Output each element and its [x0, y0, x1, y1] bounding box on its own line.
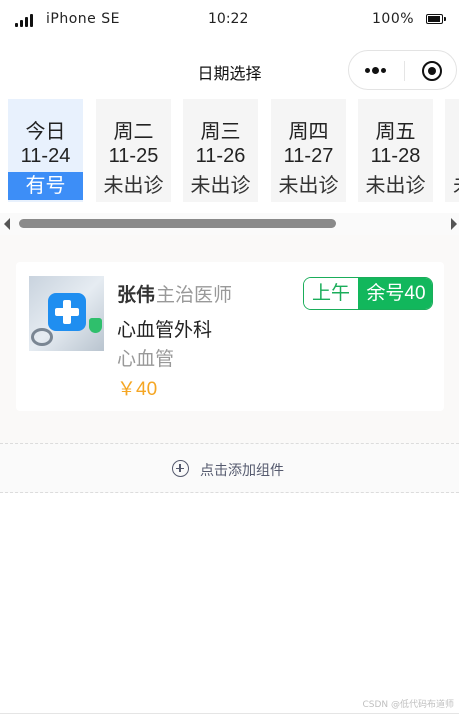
doctor-price: ￥40	[117, 379, 158, 400]
doctor-card[interactable]: 张伟 主治医师 心血管外科 心血管 ￥40 上午 余号40	[16, 262, 444, 411]
status-time: 10:22	[208, 11, 249, 27]
date-status: 未	[445, 172, 459, 200]
date-scrollbar[interactable]	[0, 213, 459, 235]
more-options-icon[interactable]	[365, 64, 387, 76]
date-status: 有号	[8, 172, 83, 200]
close-program-icon[interactable]	[422, 61, 442, 81]
date-day: 11-26	[195, 145, 246, 167]
date-item-today[interactable]: 今日 11-24 有号	[8, 99, 83, 202]
doctor-avatar	[29, 276, 104, 351]
date-day: 11-24	[20, 145, 71, 167]
battery-percent: 100%	[372, 11, 415, 27]
add-component-label: 点击添加组件	[200, 463, 284, 479]
shield-icon	[89, 318, 102, 333]
doctor-specialty: 心血管	[117, 349, 175, 370]
date-weekday: 周四	[288, 121, 329, 143]
date-day: 11-25	[108, 145, 159, 167]
doctor-department: 心血管外科	[117, 320, 213, 341]
slot-period: 上午	[304, 278, 358, 309]
carrier-label: iPhone SE	[46, 11, 120, 27]
date-status: 未出诊	[278, 175, 339, 197]
appointment-slot-button[interactable]: 上午 余号40	[303, 277, 433, 310]
battery-icon	[426, 14, 446, 24]
capsule-divider	[404, 61, 405, 81]
date-selector: 今日 11-24 有号 周二 11-25 未出诊 周三 11-26 未出诊 周四…	[0, 99, 459, 202]
date-item-tue[interactable]: 周二 11-25 未出诊	[96, 99, 171, 202]
medical-cross-icon	[48, 293, 86, 331]
add-component-button[interactable]: 点击添加组件	[0, 443, 459, 493]
date-status: 未出诊	[190, 175, 251, 197]
mini-program-capsule	[348, 50, 457, 90]
date-item-partial[interactable]: 未	[445, 99, 459, 202]
date-day: 11-28	[370, 145, 421, 167]
date-weekday: 周三	[200, 121, 241, 143]
date-status: 未出诊	[365, 175, 426, 197]
scroll-thumb[interactable]	[19, 219, 336, 228]
date-weekday: 周二	[113, 121, 154, 143]
bottom-divider	[0, 713, 459, 714]
date-weekday: 周五	[375, 121, 416, 143]
slot-remaining: 余号40	[358, 278, 432, 309]
date-item-fri[interactable]: 周五 11-28 未出诊	[358, 99, 433, 202]
status-bar: iPhone SE 10:22 100%	[0, 0, 459, 40]
date-status: 未出诊	[103, 175, 164, 197]
watermark: CSDN @低代码布道师	[362, 700, 454, 710]
date-item-thu[interactable]: 周四 11-27 未出诊	[271, 99, 346, 202]
signal-icon	[15, 13, 35, 27]
add-circle-icon	[172, 460, 189, 477]
date-item-wed[interactable]: 周三 11-26 未出诊	[183, 99, 258, 202]
stethoscope-icon	[31, 328, 53, 346]
scroll-left-arrow-icon[interactable]	[4, 218, 10, 230]
date-day: 11-27	[283, 145, 334, 167]
doctor-name: 张伟	[117, 285, 156, 306]
doctor-title: 主治医师	[156, 285, 233, 306]
scroll-right-arrow-icon[interactable]	[451, 218, 457, 230]
date-weekday: 今日	[25, 121, 66, 143]
